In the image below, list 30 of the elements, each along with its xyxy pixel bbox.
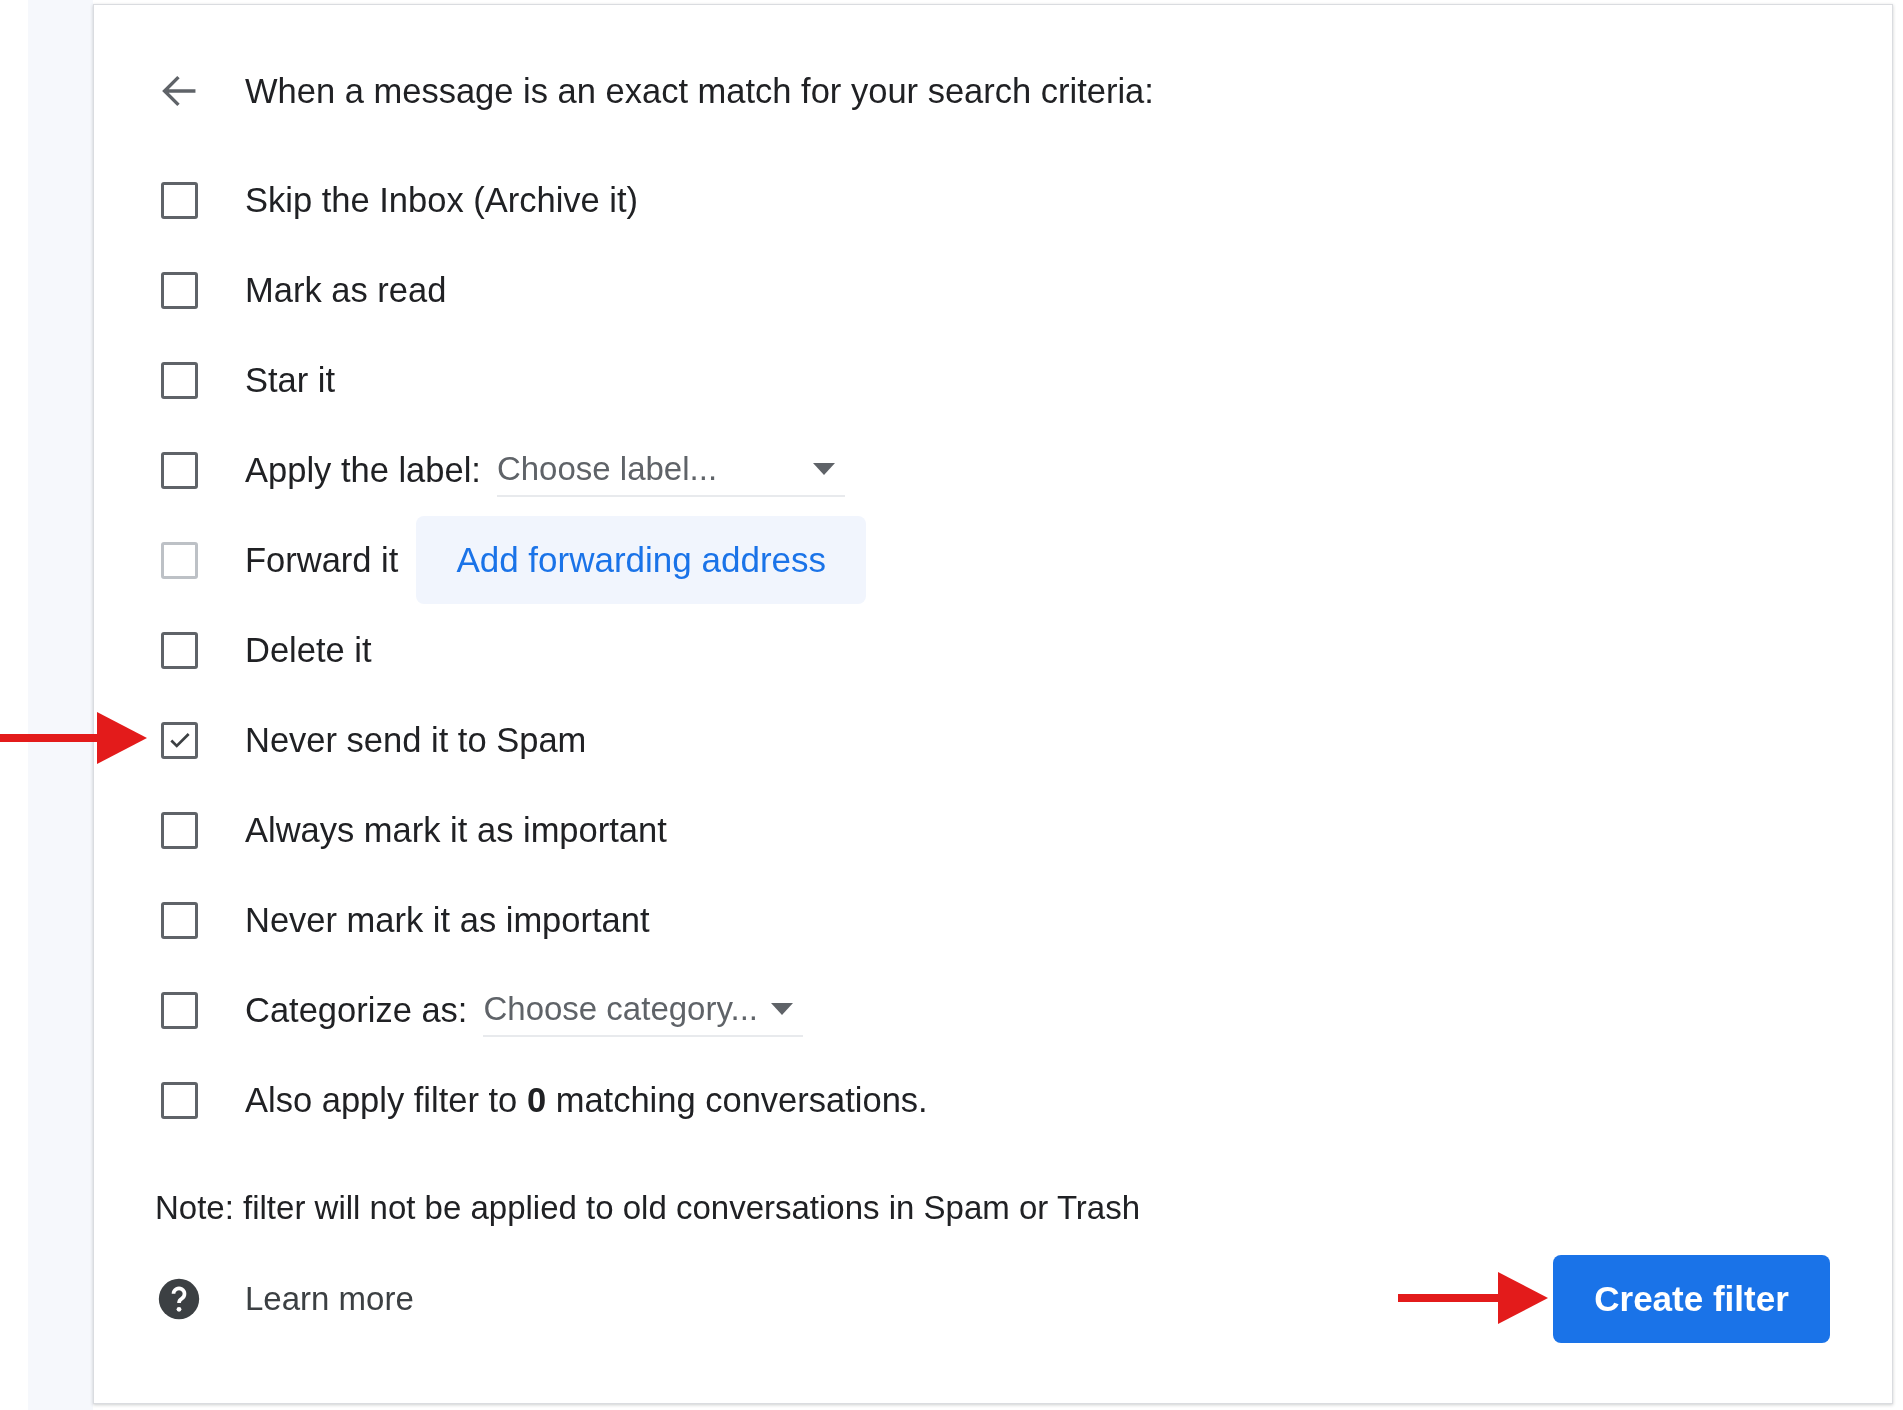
option-label: Delete it: [245, 630, 372, 670]
option-label: Apply the label:: [245, 450, 481, 490]
checkbox[interactable]: [161, 721, 198, 759]
checkbox[interactable]: [161, 271, 198, 309]
checkbox[interactable]: [161, 901, 198, 939]
create-filter-button[interactable]: Create filter: [1553, 1255, 1830, 1343]
caret-icon: [812, 463, 835, 475]
criteria-heading: When a message is an exact match for your search criteria:: [245, 71, 1154, 111]
option-label: Skip the Inbox (Archive it): [245, 180, 639, 220]
option-label: Never mark it as important: [245, 900, 650, 940]
option-label: Also apply filter to 0 matching conversations.: [245, 1080, 928, 1120]
filter-note: Note: filter will not be applied to old conversations in Spam or Trash: [155, 1188, 1141, 1228]
label-dropdown[interactable]: Choose category...: [483, 983, 804, 1037]
checkbox[interactable]: [161, 811, 198, 849]
checkbox[interactable]: [161, 1081, 198, 1119]
option-label: Star it: [245, 360, 336, 400]
checkbox[interactable]: [161, 991, 198, 1029]
option-label: Forward it: [245, 540, 399, 580]
label-dropdown[interactable]: Choose label...: [496, 443, 845, 497]
option-label: Categorize as:: [245, 990, 468, 1030]
checkbox[interactable]: [161, 631, 198, 669]
checkbox[interactable]: [161, 181, 198, 219]
option-label: Never send it to Spam: [245, 720, 587, 760]
learn-more-link[interactable]: Learn more: [245, 1280, 414, 1318]
checkbox[interactable]: [161, 451, 198, 489]
help-icon[interactable]: [157, 1277, 201, 1321]
option-label: Always mark it as important: [245, 810, 667, 850]
option-label: Mark as read: [245, 270, 447, 310]
checkbox[interactable]: [161, 361, 198, 399]
caret-icon: [771, 1003, 794, 1015]
